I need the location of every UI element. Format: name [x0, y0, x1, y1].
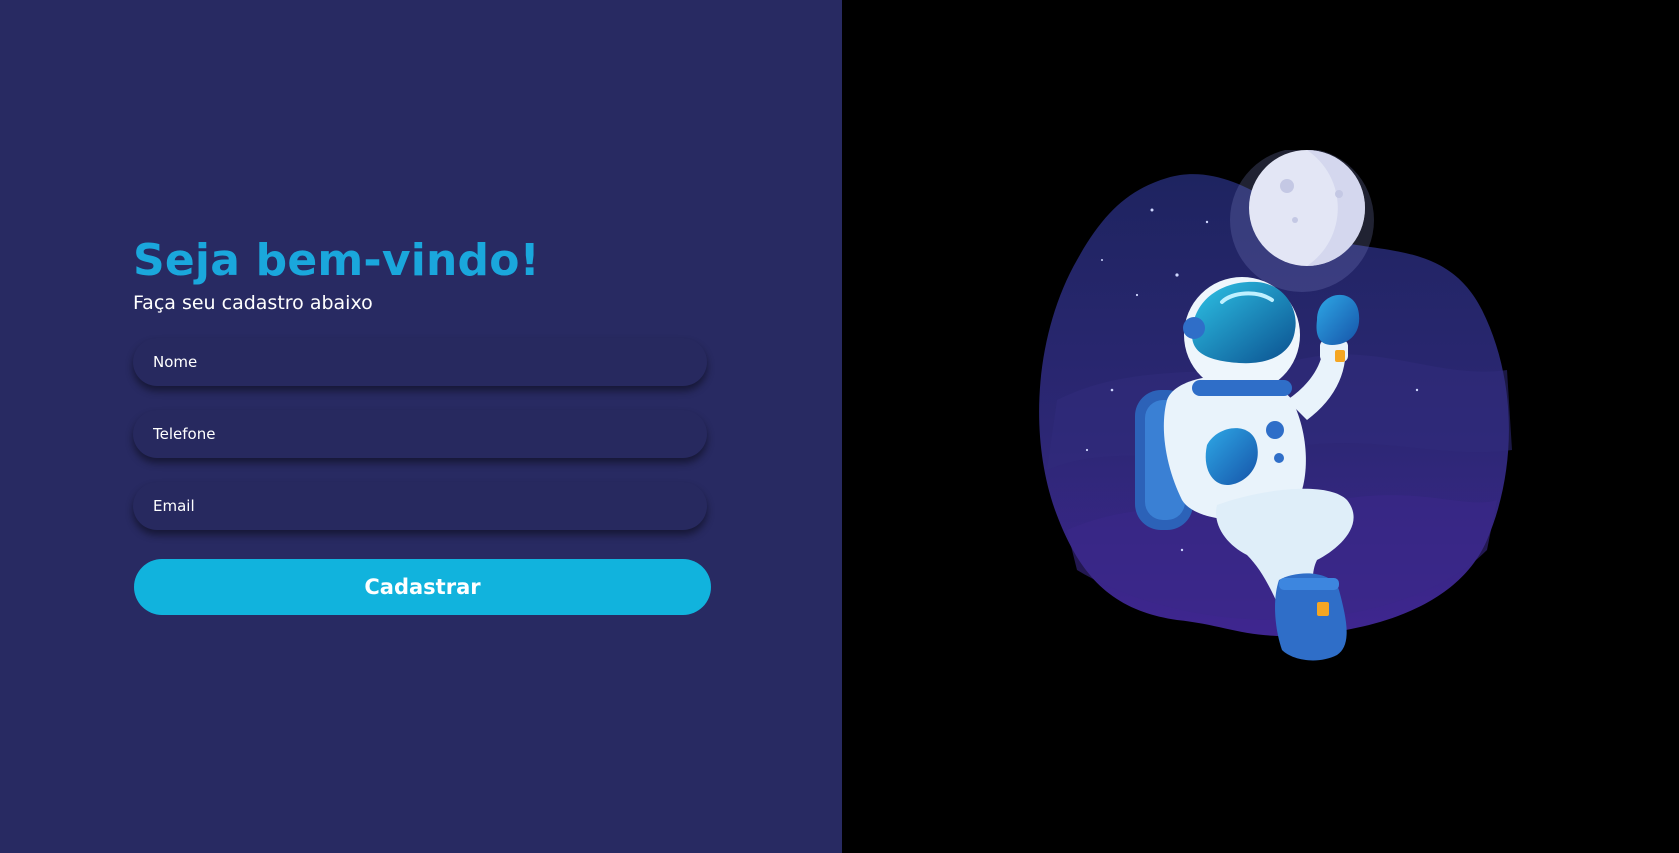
phone-field[interactable] — [133, 410, 707, 458]
page-subtitle: Faça seu cadastro abaixo — [133, 292, 373, 314]
signup-form: Seja bem-vindo! Faça seu cadastro abaixo… — [133, 232, 711, 615]
phone-field-wrapper — [133, 410, 707, 458]
signup-panel: Seja bem-vindo! Faça seu cadastro abaixo… — [0, 0, 842, 853]
name-field[interactable] — [133, 338, 707, 386]
page-title: Seja bem-vindo! — [133, 235, 540, 286]
astronaut-illustration — [1039, 150, 1512, 661]
email-field[interactable] — [133, 482, 707, 530]
moon-icon — [1230, 150, 1374, 292]
name-field-wrapper — [133, 338, 707, 386]
illustration-panel — [842, 0, 1679, 853]
submit-button[interactable]: Cadastrar — [134, 559, 711, 615]
email-field-wrapper — [133, 482, 707, 530]
